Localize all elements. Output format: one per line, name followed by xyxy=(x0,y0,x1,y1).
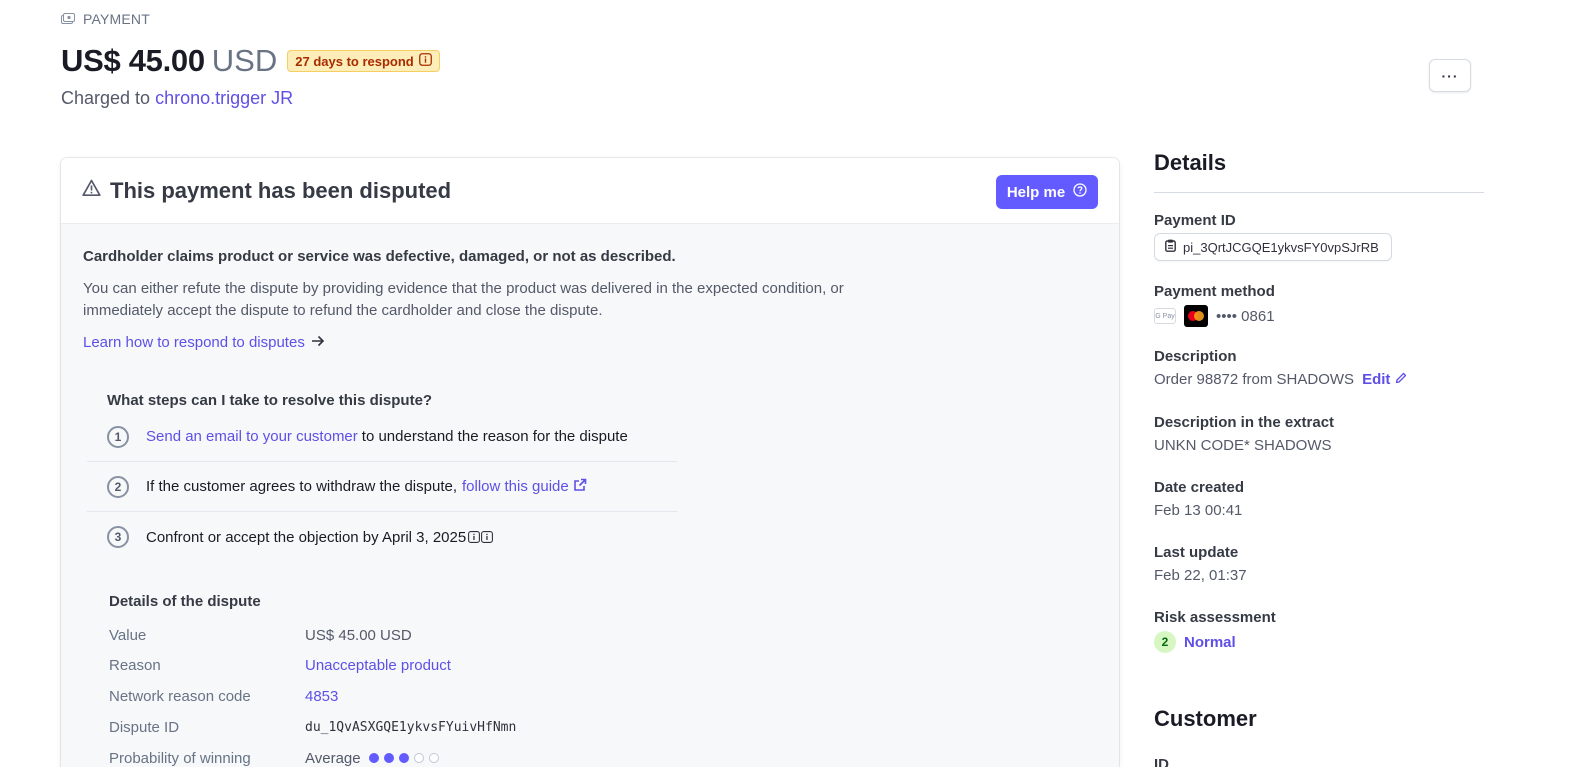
extract-value: UNKN CODE* SHADOWS xyxy=(1154,437,1332,454)
kicker-label: PAYMENT xyxy=(83,11,150,27)
card-last4: •••• 0861 xyxy=(1216,307,1275,325)
customer-id-label: ID xyxy=(1154,756,1169,767)
detail-label: Dispute ID xyxy=(109,718,180,736)
help-me-label: Help me xyxy=(1006,183,1066,201)
risk-score-badge: 2 xyxy=(1154,631,1176,653)
dispute-card: This payment has been disputed Help me C… xyxy=(61,158,1119,767)
payment-id-copy-chip[interactable]: pi_3QrtJCGQE1ykvsFY0vpSJrRB xyxy=(1154,233,1392,261)
learn-disputes-label[interactable]: Learn how to respond to disputes xyxy=(83,334,305,351)
date-created-value: Feb 13 00:41 xyxy=(1154,502,1243,519)
steps-title: What steps can I take to resolve this di… xyxy=(107,392,433,409)
probability-dot xyxy=(413,753,424,763)
more-actions-button[interactable]: ··· xyxy=(1429,59,1471,92)
risk-assessment-label: Risk assessment xyxy=(1154,609,1276,626)
google-pay-icon: G Pay xyxy=(1154,308,1176,324)
step-item: 3 Confront or accept the objection by Ap… xyxy=(87,512,677,562)
dispute-title: This payment has been disputed xyxy=(110,177,452,203)
step-item: 1 Send an email to your customer to unde… xyxy=(87,412,677,462)
detail-label: Reason xyxy=(109,656,161,674)
deadline-info-icons[interactable] xyxy=(468,531,494,543)
detail-row: Probability of winning Average xyxy=(109,747,439,767)
customer-heading: Customer xyxy=(1154,706,1257,731)
external-link-icon xyxy=(573,478,587,496)
warning-icon xyxy=(82,179,101,202)
learn-disputes-link[interactable]: Learn how to respond to disputes xyxy=(83,334,325,351)
question-icon xyxy=(1073,183,1087,201)
probability-dot xyxy=(383,753,394,763)
details-sidebar: Details Payment ID pi_3QrtJCGQE1ykvsFY0v… xyxy=(1154,150,1484,767)
edit-label: Edit xyxy=(1362,371,1391,388)
help-me-button[interactable]: Help me xyxy=(996,175,1098,209)
info-icon xyxy=(481,531,494,543)
last-update-value: Feb 22, 01:37 xyxy=(1154,567,1247,584)
respond-deadline-badge[interactable]: 27 days to respond xyxy=(287,50,440,72)
divider xyxy=(1154,192,1484,193)
detail-row: Value US$ 45.00 USD xyxy=(109,624,412,646)
charged-to-line: Charged to chrono.trigger JR xyxy=(61,88,293,109)
email-customer-link[interactable]: Send an email to your customer xyxy=(146,428,358,445)
dispute-details-title: Details of the dispute xyxy=(109,593,261,610)
pencil-icon xyxy=(1395,371,1407,388)
charged-prefix: Charged to xyxy=(61,88,151,108)
step-item: 2 If the customer agrees to withdraw the… xyxy=(87,462,677,512)
probability-value: Average xyxy=(305,749,361,767)
payment-id-value: pi_3QrtJCGQE1ykvsFY0vpSJrRB xyxy=(1183,239,1379,255)
payment-method-label: Payment method xyxy=(1154,283,1275,300)
probability-dot xyxy=(428,753,439,763)
description-row: Order 98872 from SHADOWS Edit xyxy=(1154,371,1407,388)
step-number: 2 xyxy=(107,475,129,498)
page-kicker: PAYMENT xyxy=(61,11,150,27)
step-text: If the customer agrees to withdraw the d… xyxy=(146,478,457,495)
payment-id-label: Payment ID xyxy=(1154,212,1236,229)
mastercard-icon xyxy=(1184,305,1208,327)
detail-label: Network reason code xyxy=(109,687,251,705)
dispute-id-value: du_1QvASXGQE1ykvsFYuivHfNmn xyxy=(305,719,517,735)
probability-dot xyxy=(398,753,409,763)
dispute-card-header: This payment has been disputed Help me xyxy=(61,158,1119,224)
detail-row: Network reason code 4853 xyxy=(109,685,338,707)
dispute-claim: Cardholder claims product or service was… xyxy=(83,248,676,265)
network-reason-code-link[interactable]: 4853 xyxy=(305,688,338,705)
probability-dot xyxy=(368,753,379,763)
info-icon xyxy=(468,531,481,543)
details-heading: Details xyxy=(1154,150,1227,175)
detail-row: Reason Unacceptable product xyxy=(109,654,451,676)
detail-row: Dispute ID du_1QvASXGQE1ykvsFYuivHfNmn xyxy=(109,716,516,738)
detail-label: Value xyxy=(109,626,147,644)
follow-guide-link[interactable]: follow this guide xyxy=(462,478,569,495)
customer-link[interactable]: chrono.trigger JR xyxy=(155,88,293,108)
probability-label: Probability of winning xyxy=(109,749,251,767)
reason-link[interactable]: Unacceptable product xyxy=(305,657,451,674)
clipboard-icon xyxy=(1165,239,1176,255)
payment-method-value: G Pay •••• 0861 xyxy=(1154,305,1275,327)
description-value: Order 98872 from SHADOWS xyxy=(1154,371,1355,388)
extract-label: Description in the extract xyxy=(1154,414,1335,431)
edit-description-button[interactable]: Edit xyxy=(1362,371,1407,388)
amount-row: US$ 45.00 USD 27 days to respond xyxy=(61,43,440,79)
payment-icon xyxy=(61,13,75,25)
arrow-right-icon xyxy=(311,334,325,351)
date-created-label: Date created xyxy=(1154,479,1245,496)
detail-label: Probability of winning xyxy=(109,750,305,767)
respond-badge-label: 27 days to respond xyxy=(295,53,414,69)
payment-currency: USD xyxy=(211,43,278,78)
last-update-label: Last update xyxy=(1154,544,1239,561)
step-number: 1 xyxy=(107,425,129,448)
dispute-explanation: You can either refute the dispute by pro… xyxy=(83,280,844,319)
step-text: to understand the reason for the dispute xyxy=(361,428,628,445)
description-label: Description xyxy=(1154,348,1237,365)
step-text: Confront or accept the objection by Apri… xyxy=(146,528,467,546)
probability-dots xyxy=(368,753,439,763)
payment-amount: US$ 45.00 xyxy=(61,43,205,78)
info-icon xyxy=(418,53,432,69)
risk-level-link[interactable]: Normal xyxy=(1184,634,1236,651)
risk-assessment-row: 2 Normal xyxy=(1154,631,1236,653)
step-number: 3 xyxy=(107,526,129,548)
detail-value: US$ 45.00 USD xyxy=(305,626,412,644)
